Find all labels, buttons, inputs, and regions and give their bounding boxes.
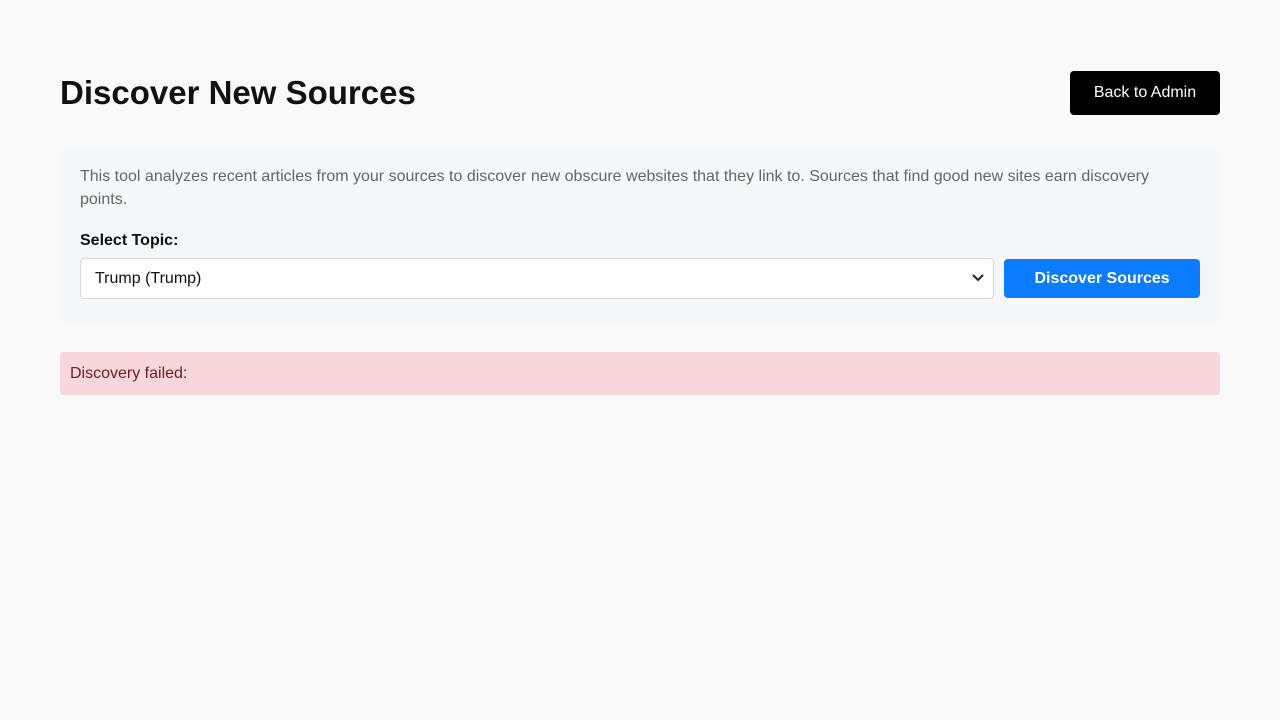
discover-sources-button[interactable]: Discover Sources (1004, 259, 1200, 298)
tool-description: This tool analyzes recent articles from … (80, 168, 1149, 208)
page-header: Discover New Sources Back to Admin (60, 0, 1220, 115)
error-message: Discovery failed: (60, 352, 1220, 395)
back-to-admin-button[interactable]: Back to Admin (1070, 71, 1220, 115)
topic-label: Select Topic: (80, 232, 179, 249)
discover-sources-page: Discover New Sources Back to Admin This … (0, 0, 1280, 720)
discovery-controls: Trump (Trump) Discover Sources (80, 258, 1200, 299)
topic-select-wrapper[interactable]: Trump (Trump) (80, 258, 995, 299)
page-title: Discover New Sources (60, 74, 416, 111)
discovery-panel: This tool analyzes recent articles from … (60, 148, 1220, 322)
topic-select[interactable]: Trump (Trump) (80, 258, 995, 299)
